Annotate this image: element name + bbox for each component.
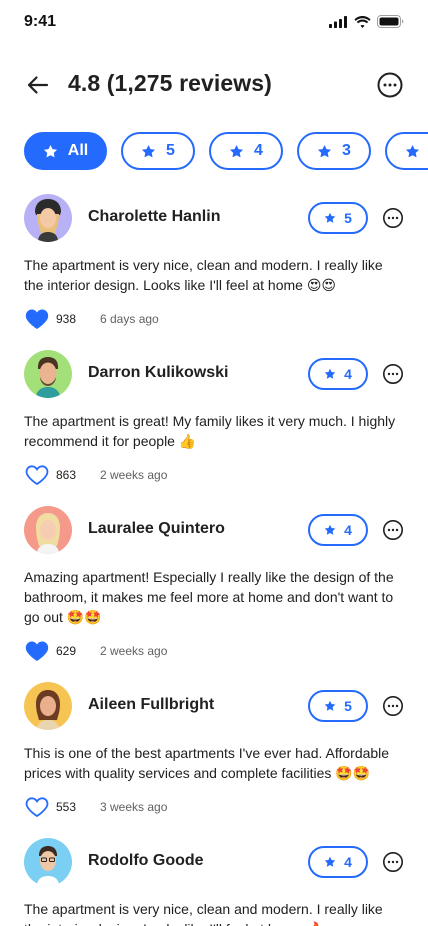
review-text: This is one of the best apartments I've … [24, 745, 390, 781]
heart-outline-icon[interactable] [25, 464, 49, 486]
review-item: Charolette Hanlin 5 The apartment is ver… [24, 194, 404, 331]
person-avatar-icon [36, 357, 60, 398]
review-text: The apartment is very nice, clean and mo… [24, 257, 383, 293]
person-avatar-icon [36, 513, 60, 554]
star-icon [405, 144, 420, 157]
back-button[interactable] [24, 71, 52, 99]
filter-chip-5[interactable]: 5 [121, 132, 195, 170]
status-bar: 9:41 [0, 0, 428, 44]
star-icon [324, 212, 336, 223]
person-avatar-icon [35, 199, 61, 242]
review-time: 6 days ago [100, 312, 159, 326]
person-avatar-icon [37, 846, 59, 886]
review-item: Rodolfo Goode 4 The apartment is very ni… [24, 838, 404, 926]
avatar [24, 682, 72, 730]
star-icon [324, 368, 336, 379]
avatar [24, 838, 72, 886]
review-more-button[interactable] [382, 207, 404, 229]
heart-filled-icon[interactable] [25, 640, 49, 662]
review-more-button[interactable] [382, 695, 404, 717]
filter-chip-label: 5 [166, 142, 175, 159]
rating-value: 5 [344, 210, 352, 226]
filter-chip-2[interactable]: 2 [385, 132, 428, 170]
page-title: 4.8 (1,275 reviews) [68, 70, 272, 96]
heart-filled-icon[interactable] [25, 308, 49, 330]
rating-badge[interactable]: 5 [308, 690, 368, 722]
reviewer-name: Rodolfo Goode [88, 852, 204, 869]
star-icon [324, 700, 336, 711]
battery-icon [377, 15, 404, 28]
avatar [24, 350, 72, 398]
rating-value: 4 [344, 522, 352, 538]
filter-chip-label: All [67, 142, 89, 159]
rating-badge[interactable]: 4 [308, 358, 368, 390]
filter-chip-4[interactable]: 4 [209, 132, 283, 170]
more-circle-icon [383, 852, 403, 872]
wifi-icon [354, 15, 371, 28]
review-more-button[interactable] [382, 363, 404, 385]
star-icon [317, 144, 332, 157]
like-count: 938 [56, 312, 77, 326]
review-text: The apartment is very nice, clean and mo… [24, 901, 383, 926]
avatar [24, 506, 72, 554]
rating-filter-bar: All 5 4 3 2 [24, 132, 428, 170]
header: 4.8 (1,275 reviews) [0, 62, 428, 106]
like-count: 553 [56, 800, 77, 814]
filter-chip-label: 3 [342, 142, 351, 159]
review-item: Aileen Fullbright 5 This is one of the b… [24, 682, 404, 819]
review-more-button[interactable] [382, 519, 404, 541]
filter-chip-all[interactable]: All [24, 132, 107, 170]
more-options-button[interactable] [376, 71, 404, 99]
signal-icon [329, 15, 347, 28]
star-icon [229, 144, 244, 157]
review-more-button[interactable] [382, 851, 404, 873]
star-icon [324, 856, 336, 867]
status-time: 9:41 [24, 13, 57, 30]
reviewer-name: Lauralee Quintero [88, 520, 225, 537]
like-count: 629 [56, 644, 77, 658]
review-item: Lauralee Quintero 4 Amazing apartment! E… [24, 506, 404, 663]
rating-badge[interactable]: 4 [308, 514, 368, 546]
review-time: 2 weeks ago [100, 468, 168, 482]
more-circle-icon [377, 72, 403, 98]
avatar [24, 194, 72, 242]
rating-value: 4 [344, 854, 352, 870]
filter-chip-label: 4 [254, 142, 263, 159]
more-circle-icon [383, 208, 403, 228]
review-text: The apartment is great! My family likes … [24, 413, 396, 449]
star-icon [324, 524, 336, 535]
like-count: 863 [56, 468, 77, 482]
reviewer-name: Darron Kulikowski [88, 364, 229, 381]
review-text: Amazing apartment! Especially I really l… [24, 569, 394, 625]
reviewer-name: Charolette Hanlin [88, 208, 221, 225]
reviewer-name: Aileen Fullbright [88, 696, 215, 713]
rating-value: 4 [344, 366, 352, 382]
more-circle-icon [383, 696, 403, 716]
heart-outline-icon[interactable] [25, 796, 49, 818]
more-circle-icon [383, 364, 403, 384]
star-icon [43, 144, 57, 157]
more-circle-icon [383, 520, 403, 540]
review-item: Darron Kulikowski 4 The apartment is gre… [24, 350, 404, 487]
filter-chip-3[interactable]: 3 [297, 132, 371, 170]
star-icon [141, 144, 156, 157]
rating-badge[interactable]: 4 [308, 846, 368, 878]
rating-badge[interactable]: 5 [308, 202, 368, 234]
review-time: 3 weeks ago [100, 800, 168, 814]
status-icons [329, 15, 404, 28]
person-avatar-icon [36, 690, 60, 730]
rating-value: 5 [344, 698, 352, 714]
review-time: 2 weeks ago [100, 644, 168, 658]
arrow-left-icon [27, 76, 49, 94]
